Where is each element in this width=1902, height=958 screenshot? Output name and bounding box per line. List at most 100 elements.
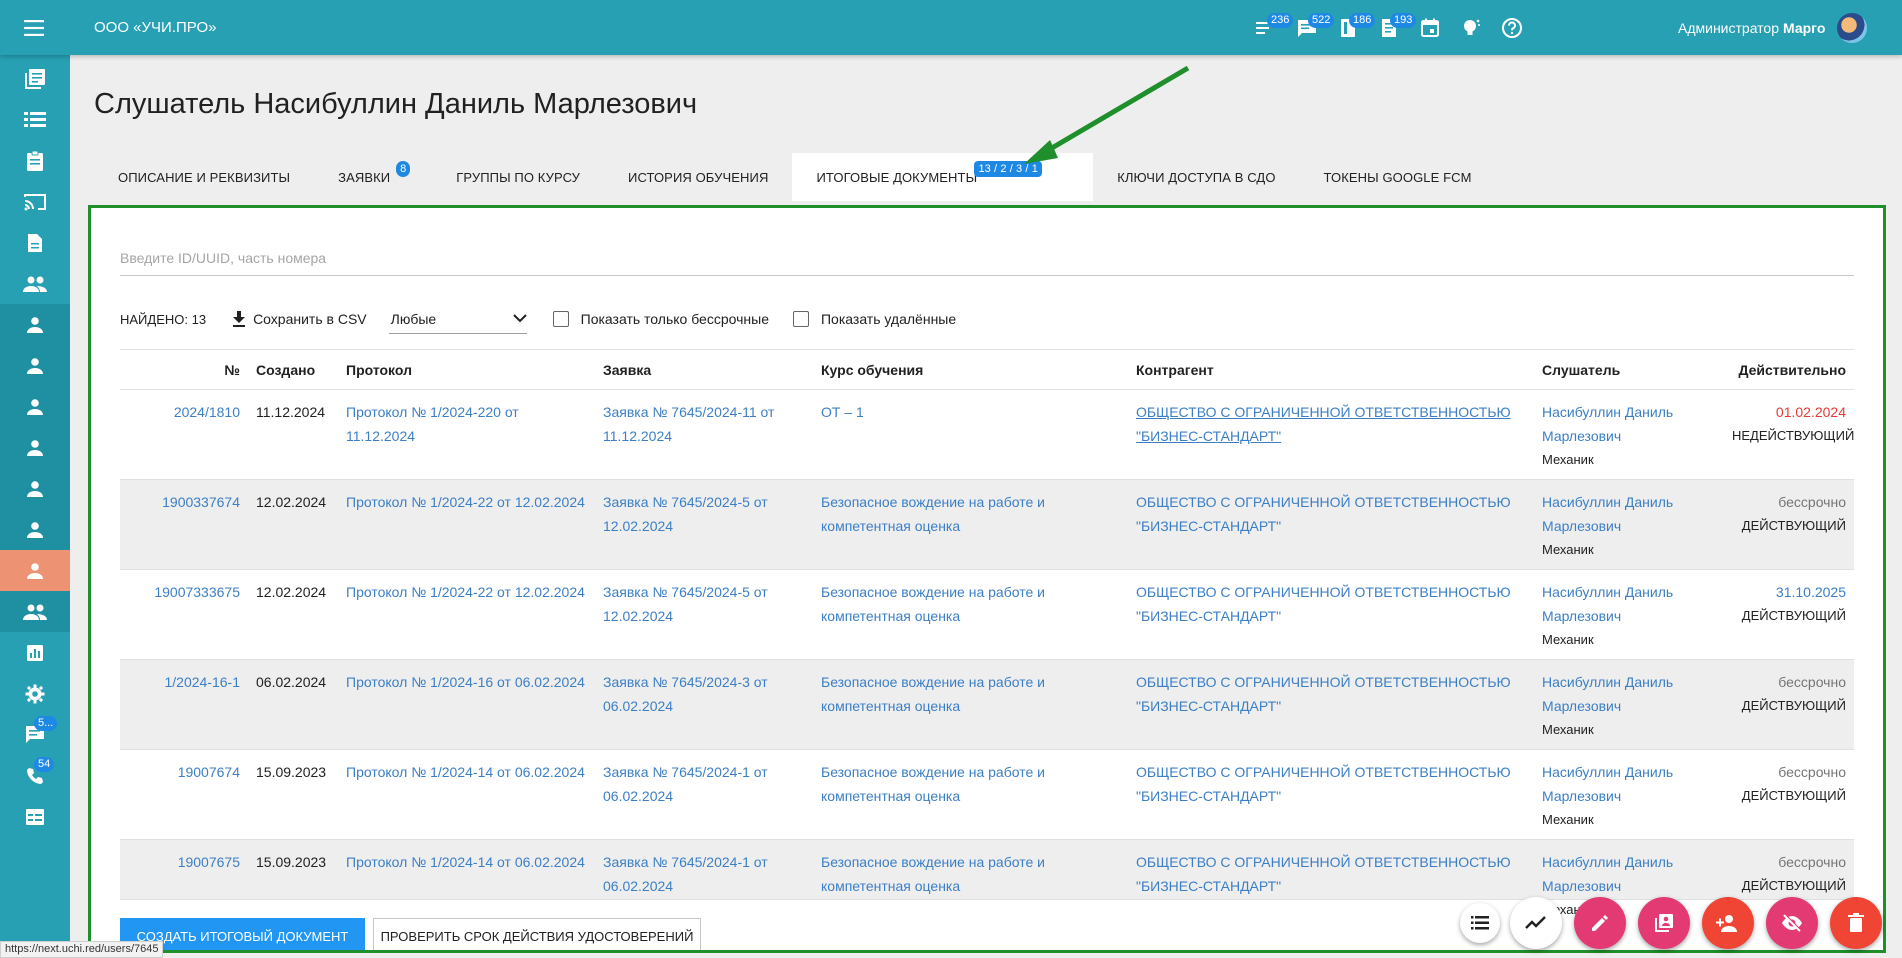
tab-fcm-tokens[interactable]: Токены Google FCM: [1300, 153, 1496, 201]
org-name[interactable]: ООО «УЧИ.ПРО»: [94, 19, 216, 36]
documents-button[interactable]: 193: [1368, 0, 1417, 55]
check-validity-button[interactable]: Проверить срок действия удостоверений: [373, 918, 701, 950]
sidebar-item-lists[interactable]: [0, 99, 70, 140]
add-to-library-button[interactable]: [1638, 897, 1690, 949]
books-button[interactable]: 186: [1327, 0, 1376, 55]
table-row[interactable]: 2024/1810 11.12.2024 Протокол № 1/2024-2…: [120, 390, 1854, 480]
document-number-link[interactable]: 19007675: [120, 850, 248, 899]
document-number-link[interactable]: 19007674: [120, 760, 248, 839]
search-input[interactable]: Введите ID/UUID, часть номера: [120, 246, 1854, 276]
request-link[interactable]: Заявка № 7645/2024-3 от 06.02.2024: [595, 670, 813, 749]
sidebar-item-tasks[interactable]: [0, 140, 70, 181]
document-number-link[interactable]: 19007333675: [120, 580, 248, 659]
sidebar-item-listener-active[interactable]: [0, 550, 70, 591]
column-header[interactable]: №: [120, 362, 248, 378]
table-row[interactable]: 1/2024-16-1 06.02.2024 Протокол № 1/2024…: [120, 660, 1854, 750]
request-link[interactable]: Заявка № 7645/2024-1 от 06.02.2024: [595, 850, 813, 899]
sidebar-item-user-6[interactable]: [0, 509, 70, 550]
course-link[interactable]: Безопасное вождение на работе и компетен…: [813, 580, 1128, 659]
tab-history[interactable]: История обучения: [604, 153, 792, 201]
document-number-link[interactable]: 2024/1810: [120, 400, 248, 479]
course-link[interactable]: Безопасное вождение на работе и компетен…: [813, 850, 1128, 899]
sidebar-item-user-3[interactable]: [0, 386, 70, 427]
protocol-link[interactable]: Протокол № 1/2024-22 от 12.02.2024: [338, 490, 595, 569]
edit-button[interactable]: [1574, 897, 1626, 949]
notifications-list-button[interactable]: 236: [1245, 0, 1294, 55]
tips-button[interactable]: [1450, 0, 1491, 55]
sidebar-item-user-5[interactable]: [0, 468, 70, 509]
sidebar-item-users[interactable]: [0, 263, 70, 304]
column-header[interactable]: Заявка: [595, 362, 813, 378]
calendar-button[interactable]: [1409, 0, 1450, 55]
list-view-button[interactable]: [1460, 903, 1500, 943]
table-row[interactable]: 1900337674 12.02.2024 Протокол № 1/2024-…: [120, 480, 1854, 570]
menu-button[interactable]: [0, 0, 70, 55]
listener-link[interactable]: Насибуллин Даниль Марлезович: [1542, 490, 1716, 538]
sidebar-item-user-2[interactable]: [0, 345, 70, 386]
protocol-link[interactable]: Протокол № 1/2024-16 от 06.02.2024: [338, 670, 595, 749]
table-row[interactable]: 19007674 15.09.2023 Протокол № 1/2024-14…: [120, 750, 1854, 840]
sidebar-item-schedule[interactable]: [0, 796, 70, 837]
listener-link[interactable]: Насибуллин Даниль Марлезович: [1542, 400, 1716, 448]
contractor-link[interactable]: ОБЩЕСТВО С ОГРАНИЧЕННОЙ ОТВЕТСТВЕННОСТЬЮ…: [1128, 490, 1534, 569]
table-row[interactable]: 19007333675 12.02.2024 Протокол № 1/2024…: [120, 570, 1854, 660]
contractor-link[interactable]: ОБЩЕСТВО С ОГРАНИЧЕННОЙ ОТВЕТСТВЕННОСТЬЮ…: [1128, 670, 1534, 749]
sidebar-item-courses[interactable]: [0, 58, 70, 99]
user-menu[interactable]: Администратор Марго: [1678, 0, 1868, 55]
show-deleted-checkbox[interactable]: Показать удалённые: [792, 311, 956, 327]
checkbox-box[interactable]: [792, 311, 809, 327]
tab-groups[interactable]: Группы по курсу: [432, 153, 604, 201]
document-number-link[interactable]: 1900337674: [120, 490, 248, 569]
sidebar-item-webinars[interactable]: [0, 181, 70, 222]
sidebar-item-settings[interactable]: [0, 673, 70, 714]
sidebar-item-reports[interactable]: [0, 632, 70, 673]
listener-link[interactable]: Насибуллин Даниль Марлезович: [1542, 670, 1716, 718]
column-header[interactable]: Протокол: [338, 362, 595, 378]
request-link[interactable]: Заявка № 7645/2024-5 от 12.02.2024: [595, 490, 813, 569]
only-perpetual-checkbox[interactable]: Показать только бессрочные: [552, 311, 769, 327]
sidebar-item-documents[interactable]: [0, 222, 70, 263]
save-csv-button[interactable]: Сохранить в CSV: [232, 311, 367, 327]
course-link[interactable]: Безопасное вождение на работе и компетен…: [813, 760, 1128, 839]
protocol-link[interactable]: Протокол № 1/2024-14 от 06.02.2024: [338, 760, 595, 839]
add-person-button[interactable]: [1702, 897, 1754, 949]
tab-description[interactable]: Описание и реквизиты: [94, 153, 314, 201]
hide-button[interactable]: [1766, 897, 1818, 949]
delete-button[interactable]: [1830, 897, 1882, 949]
listener-link[interactable]: Насибуллин Даниль Марлезович: [1542, 760, 1716, 808]
filter-select[interactable]: Любые: [388, 304, 527, 334]
contractor-link[interactable]: ОБЩЕСТВО С ОГРАНИЧЕННОЙ ОТВЕТСТВЕННОСТЬЮ…: [1128, 580, 1534, 659]
listener-link[interactable]: Насибуллин Даниль Марлезович: [1542, 580, 1716, 628]
request-link[interactable]: Заявка № 7645/2024-5 от 12.02.2024: [595, 580, 813, 659]
checkbox-box[interactable]: [552, 311, 569, 327]
avatar[interactable]: [1837, 12, 1868, 43]
column-header[interactable]: Действительно: [1724, 362, 1854, 378]
messages-button[interactable]: 522: [1286, 0, 1335, 55]
tab-requests[interactable]: Заявки 8: [314, 153, 432, 201]
sidebar-item-groups[interactable]: [0, 591, 70, 632]
contractor-link[interactable]: ОБЩЕСТВО С ОГРАНИЧЕННОЙ ОТВЕТСТВЕННОСТЬЮ…: [1128, 400, 1534, 479]
course-link[interactable]: ОТ – 1: [813, 400, 1128, 479]
column-header[interactable]: Курс обучения: [813, 362, 1128, 378]
course-link[interactable]: Безопасное вождение на работе и компетен…: [813, 490, 1128, 569]
course-link[interactable]: Безопасное вождение на работе и компетен…: [813, 670, 1128, 749]
trend-button[interactable]: [1510, 897, 1562, 949]
contractor-link[interactable]: ОБЩЕСТВО С ОГРАНИЧЕННОЙ ОТВЕТСТВЕННОСТЬЮ…: [1128, 850, 1534, 899]
contractor-link[interactable]: ОБЩЕСТВО С ОГРАНИЧЕННОЙ ОТВЕТСТВЕННОСТЬЮ…: [1128, 760, 1534, 839]
column-header[interactable]: Создано: [248, 362, 338, 378]
sidebar-item-user-1[interactable]: [0, 304, 70, 345]
column-header[interactable]: Слушатель: [1534, 362, 1724, 378]
column-header[interactable]: Контрагент: [1128, 362, 1534, 378]
table-row[interactable]: 19007675 15.09.2023 Протокол № 1/2024-14…: [120, 840, 1854, 917]
request-link[interactable]: Заявка № 7645/2024-11 от 11.12.2024: [595, 400, 813, 479]
help-button[interactable]: [1491, 0, 1532, 55]
sidebar-item-user-4[interactable]: [0, 427, 70, 468]
listener-link[interactable]: Насибуллин Даниль Марлезович: [1542, 850, 1716, 898]
sidebar-item-chat[interactable]: 5...: [0, 714, 70, 755]
document-number-link[interactable]: 1/2024-16-1: [120, 670, 248, 749]
request-link[interactable]: Заявка № 7645/2024-1 от 06.02.2024: [595, 760, 813, 839]
sidebar-item-calls[interactable]: 54: [0, 755, 70, 796]
protocol-link[interactable]: Протокол № 1/2024-14 от 06.02.2024: [338, 850, 595, 899]
protocol-link[interactable]: Протокол № 1/2024-220 от 11.12.2024: [338, 400, 595, 479]
protocol-link[interactable]: Протокол № 1/2024-22 от 12.02.2024: [338, 580, 595, 659]
